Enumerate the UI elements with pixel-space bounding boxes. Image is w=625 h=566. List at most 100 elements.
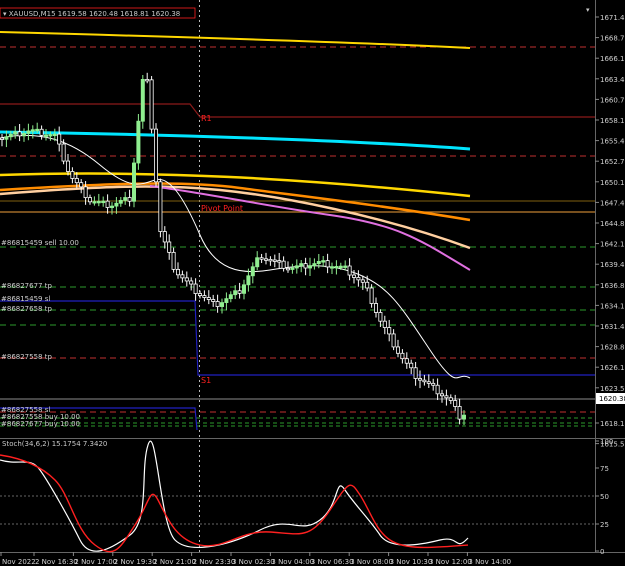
order-label: #86827558 tp [1, 353, 52, 361]
price-tick-label: 1647.45 [600, 199, 625, 207]
time-tick-label: 3 Nov 14:00 [468, 558, 511, 566]
candle-body [303, 263, 308, 269]
time-tick-label: 3 Nov 04:00 [271, 558, 314, 566]
candle-body [444, 395, 449, 399]
osc-tick-label: 0 [600, 548, 604, 556]
candle-body [360, 279, 365, 283]
candle-body [237, 290, 242, 294]
time-tick-label: 2 Nov 23:30 [193, 558, 236, 566]
price-tick-label: 1618.15 [600, 420, 625, 428]
candle-body [356, 277, 361, 281]
time-tick-label: 2 Nov 17:00 [74, 558, 117, 566]
candle-body [369, 287, 374, 304]
candle-body [136, 120, 141, 164]
price-tick-label: 1634.15 [600, 302, 625, 310]
candle-body [153, 128, 158, 183]
candle-body [79, 182, 84, 188]
candle-body [35, 128, 40, 132]
candle-body [290, 267, 295, 270]
candle-body [347, 265, 352, 276]
candle-body [74, 178, 79, 184]
pivot-label: Pivot Point [201, 204, 243, 213]
candle-body [13, 131, 18, 135]
s1-label: S1 [201, 376, 211, 385]
candle-body [259, 257, 264, 260]
price-tick-label: 1652.75 [600, 158, 625, 166]
price-tick-label: 1631.45 [600, 323, 625, 331]
candle-body [299, 263, 304, 267]
candle-body [277, 260, 282, 263]
candle-body [233, 290, 238, 296]
candle-body [26, 130, 31, 134]
candle-body [246, 275, 251, 286]
candle-body [387, 327, 392, 335]
price-tick-label: 1658.10 [600, 117, 625, 125]
candle-body [193, 283, 198, 294]
candle-body [422, 379, 427, 383]
chart-collapse-icon[interactable]: ▾ [586, 6, 590, 14]
candle-body [8, 133, 13, 138]
price-tick-label: 1668.75 [600, 35, 625, 43]
chart-background [0, 0, 625, 566]
price-tick-label: 1650.10 [600, 179, 625, 187]
candle-body [105, 200, 110, 208]
order-label: #86827658 tp [1, 305, 52, 313]
candle-body [404, 358, 409, 364]
candle-body [171, 251, 176, 270]
candle-body [250, 266, 255, 277]
candle-body [92, 201, 97, 204]
candle-body [167, 241, 172, 253]
candle-body [373, 303, 378, 313]
candle-body [461, 414, 466, 420]
candle-body [202, 295, 207, 298]
candle-body [52, 133, 57, 137]
order-label: #86827677 buy 10.00 [1, 420, 80, 428]
candle-body [263, 258, 268, 261]
candle-body [426, 381, 431, 384]
price-tick-label: 1666.10 [600, 55, 625, 63]
time-tick-label: 3 Nov 02:30 [232, 558, 275, 566]
price-tick-label: 1655.45 [600, 138, 625, 146]
candle-body [400, 352, 405, 360]
candle-body [312, 263, 317, 267]
candle-body [140, 79, 145, 122]
candle-body [96, 200, 101, 204]
candle-body [417, 378, 422, 381]
order-label: #86815459 sell 10.00 [1, 239, 79, 247]
trading-chart[interactable]: ▾ XAUUSD,M15 1619.58 1620.48 1618.81 162… [0, 0, 625, 566]
time-tick-label: 2 Nov 16:30 [35, 558, 78, 566]
time-tick-label: 3 Nov 10:30 [390, 558, 433, 566]
candle-body [413, 367, 418, 379]
candle-body [215, 301, 220, 307]
candle-body [197, 293, 202, 296]
price-tick-label: 1639.45 [600, 261, 625, 269]
candle-body [325, 260, 330, 268]
candle-body [114, 202, 119, 207]
candle-body [224, 298, 229, 304]
candle-body [241, 284, 246, 294]
candle-body [228, 294, 233, 300]
candle-body [457, 406, 462, 420]
candle-body [453, 400, 458, 407]
price-tick-label: 1623.50 [600, 385, 625, 393]
candle-body [431, 382, 436, 386]
candle-body [378, 312, 383, 322]
candle-body [123, 197, 128, 201]
candle-body [206, 297, 211, 300]
price-tick-label: 1644.80 [600, 220, 625, 228]
candle-body [83, 186, 88, 199]
candle-body [70, 171, 75, 179]
candle-body [131, 162, 136, 202]
candle-body [175, 268, 180, 276]
candle-body [255, 257, 260, 268]
candle-body [39, 128, 44, 136]
candle-body [365, 281, 370, 289]
r1-label: R1 [201, 114, 212, 123]
candle-body [88, 197, 93, 203]
candle-body [285, 267, 290, 271]
candle-body [180, 274, 185, 279]
price-tick-label: 1671.40 [600, 14, 625, 22]
candle-body [145, 79, 150, 82]
candle-body [343, 265, 348, 268]
candle-body [30, 129, 35, 132]
